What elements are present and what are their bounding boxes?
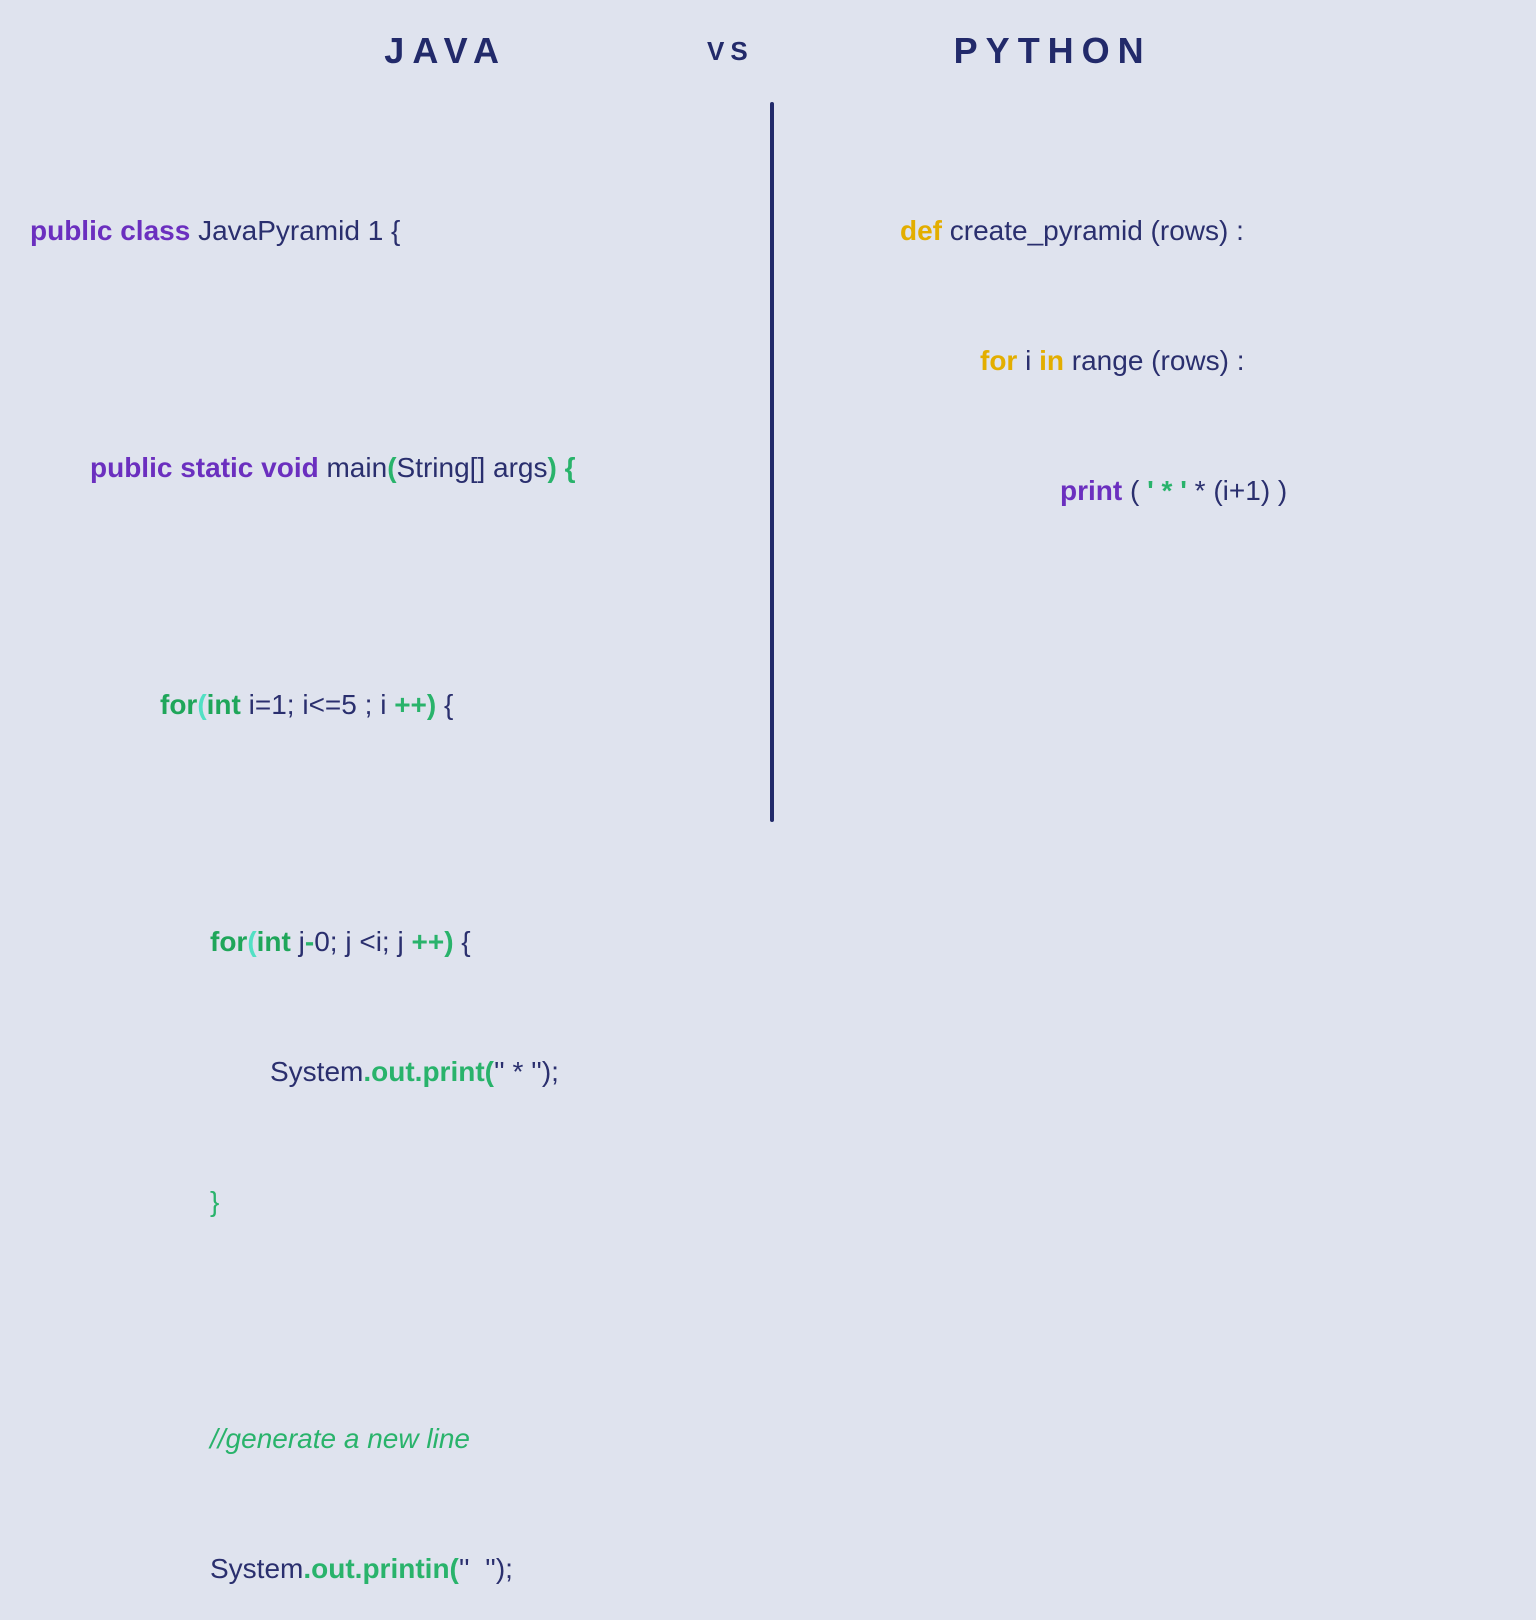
java-line-7-comment: //generate a new line — [30, 1417, 730, 1460]
kw-for: for — [980, 345, 1025, 376]
brace: { — [461, 926, 470, 957]
paren-close-brace: ) { — [547, 452, 575, 483]
kw-in: in — [1039, 345, 1072, 376]
paren-open: ( — [197, 689, 206, 720]
for-body: 0; j <i; j — [314, 926, 411, 957]
class-name: JavaPyramid 1 { — [198, 215, 400, 246]
header: JAVA VS PYTHON — [0, 0, 1536, 112]
paren-open: ( — [247, 926, 256, 957]
dot: . — [363, 1056, 371, 1087]
kw-def: def — [900, 215, 950, 246]
paren-open: ( — [387, 452, 396, 483]
body-area: public class JavaPyramid 1 { public stat… — [0, 112, 1536, 810]
vs-label: VS — [707, 36, 754, 67]
dash: - — [305, 926, 314, 957]
java-line-8: System.out.printin('' ''); — [30, 1547, 730, 1590]
paren-open: ( — [1130, 475, 1147, 506]
for-body: i=1; i<=5 ; i — [249, 689, 395, 720]
range-call: range (rows) : — [1072, 345, 1245, 376]
java-line-3: for(int i=1; i<=5 ; i ++) { — [30, 683, 730, 726]
system: System — [270, 1056, 363, 1087]
dot: . — [355, 1553, 363, 1584]
print-arg: '' * ''); — [494, 1056, 559, 1087]
python-code-block: def create_pyramid (rows) : for i in ran… — [900, 122, 1500, 599]
dot: . — [303, 1553, 311, 1584]
var-i: i — [1025, 345, 1039, 376]
system: System — [210, 1553, 303, 1584]
inc-paren: ++) — [411, 926, 461, 957]
kw-int: int — [207, 689, 249, 720]
out: out — [311, 1553, 355, 1584]
brace: { — [444, 689, 453, 720]
out: out — [371, 1056, 415, 1087]
println-arg: '' ''); — [459, 1553, 513, 1584]
func-name: create_pyramid (rows) : — [950, 215, 1244, 246]
java-line-1: public class JavaPyramid 1 { — [30, 209, 730, 252]
python-heading: PYTHON — [954, 30, 1152, 72]
comparison-root: JAVA VS PYTHON public class JavaPyramid … — [0, 0, 1536, 810]
kw-psv: public static void — [90, 452, 326, 483]
java-line-5: System.out.print('' * ''); — [30, 1050, 730, 1093]
inc-paren: ++) — [394, 689, 444, 720]
kw-int: int — [257, 926, 299, 957]
print-call: print — [1060, 475, 1130, 506]
dot: . — [415, 1056, 423, 1087]
print-call: print( — [422, 1056, 494, 1087]
java-code-block: public class JavaPyramid 1 { public stat… — [30, 122, 730, 1620]
python-line-1: def create_pyramid (rows) : — [900, 209, 1500, 252]
star-literal: ' * ' — [1147, 475, 1195, 506]
java-line-6: } — [30, 1180, 730, 1223]
java-line-4: for(int j-0; j <i; j ++) { — [30, 920, 730, 963]
expr-rest: * (i+1) ) — [1195, 475, 1288, 506]
python-line-3: print ( ' * ' * (i+1) ) — [900, 469, 1500, 512]
java-heading: JAVA — [384, 30, 507, 72]
kw-public-class: public class — [30, 215, 198, 246]
kw-for: for — [210, 926, 247, 957]
python-line-2: for i in range (rows) : — [900, 339, 1500, 382]
java-line-2: public static void main(String[] args) { — [30, 446, 730, 489]
vertical-divider — [770, 102, 774, 822]
kw-for: for — [160, 689, 197, 720]
main-name: main — [326, 452, 387, 483]
println-call: printin( — [362, 1553, 458, 1584]
main-args: String[] args — [397, 452, 548, 483]
